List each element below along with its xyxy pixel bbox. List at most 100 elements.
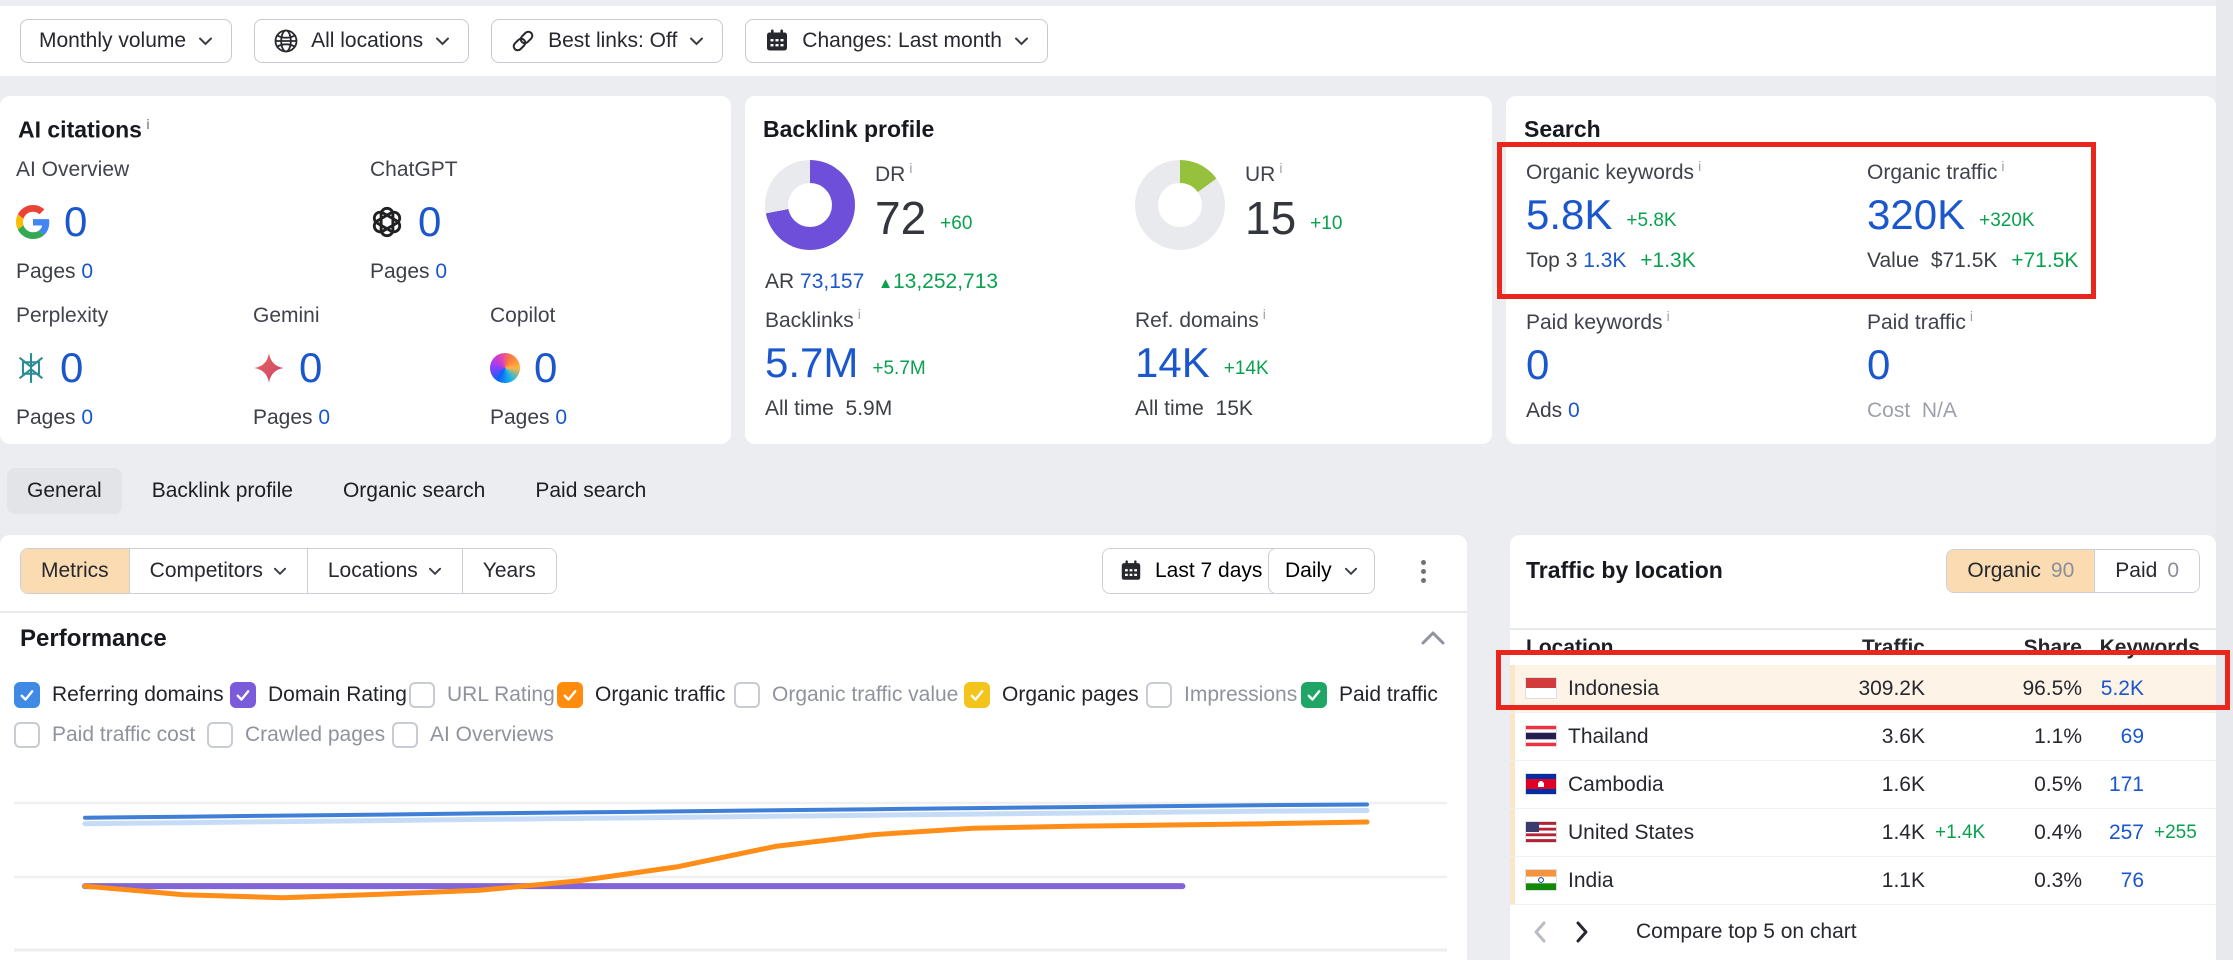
keywords-link[interactable]: 257 — [2082, 821, 2144, 845]
organic-traffic-value[interactable]: 320K — [1867, 193, 1965, 237]
tab-general[interactable]: General — [7, 468, 122, 514]
top3-value[interactable]: 1.3K — [1583, 249, 1626, 272]
checkbox-url-rating[interactable]: URL Rating — [409, 682, 555, 708]
backlinks-label: Backlinks — [765, 309, 854, 332]
checkbox-paid-traffic-cost[interactable]: Paid traffic cost — [14, 722, 195, 748]
flag-indonesia-icon — [1526, 678, 1556, 698]
copilot-value[interactable]: 0 — [534, 346, 557, 390]
checkbox-unchecked-icon — [14, 722, 40, 748]
checkbox-domain-rating[interactable]: Domain Rating — [230, 682, 407, 708]
prev-page-button[interactable] — [1532, 920, 1548, 944]
share-value: 0.3% — [1997, 869, 2082, 893]
info-icon[interactable]: i — [1667, 308, 1670, 324]
info-icon[interactable]: i — [1698, 158, 1701, 174]
pages-value[interactable]: 0 — [555, 406, 567, 429]
alltime-label: All time — [765, 397, 834, 420]
pages-value[interactable]: 0 — [81, 406, 93, 429]
next-page-button[interactable] — [1574, 920, 1590, 944]
flag-india-icon — [1526, 870, 1556, 890]
organic-count: 90 — [2051, 559, 2074, 583]
checkbox-organic-traffic-value[interactable]: Organic traffic value — [734, 682, 958, 708]
segment-metrics[interactable]: Metrics — [21, 549, 130, 593]
table-row-indonesia[interactable]: Indonesia 309.2K 96.5% 5.2K — [1510, 665, 2216, 713]
kebab-menu-icon[interactable] — [1408, 548, 1438, 594]
chatgpt-label: ChatGPT — [370, 158, 600, 182]
chevron-down-icon — [198, 37, 213, 46]
checkbox-crawled-pages[interactable]: Crawled pages — [207, 722, 385, 748]
ai-overview-value[interactable]: 0 — [64, 200, 87, 244]
paid-traffic-value[interactable]: 0 — [1867, 343, 1890, 387]
backlinks-value[interactable]: 5.7M — [765, 341, 858, 385]
organic-keywords-value[interactable]: 5.8K — [1526, 193, 1612, 237]
table-row-cambodia[interactable]: Cambodia 1.6K 0.5% 171 — [1510, 761, 2216, 809]
ur-label: UR — [1245, 163, 1275, 186]
perplexity-value[interactable]: 0 — [60, 346, 83, 390]
ref-domains-value[interactable]: 14K — [1135, 341, 1210, 385]
info-icon[interactable]: i — [146, 116, 150, 132]
ads-label: Ads — [1526, 399, 1562, 422]
paid-keywords-value[interactable]: 0 — [1526, 343, 1549, 387]
tab-organic-search[interactable]: Organic search — [323, 468, 505, 514]
table-row-united-states[interactable]: United States 1.4K +1.4K 0.4% 257 +255 — [1510, 809, 2216, 857]
chatgpt-value[interactable]: 0 — [418, 200, 441, 244]
segment-locations[interactable]: Locations — [308, 549, 463, 593]
info-icon[interactable]: i — [1263, 306, 1266, 322]
checkbox-organic-traffic[interactable]: Organic traffic — [557, 682, 725, 708]
info-icon[interactable]: i — [909, 160, 912, 176]
organic-traffic-delta: +320K — [1979, 210, 2034, 232]
divider — [0, 611, 1467, 613]
chevron-left-icon — [1532, 920, 1548, 944]
segment-competitors[interactable]: Competitors — [130, 549, 308, 593]
changes-dropdown[interactable]: Changes: Last month — [745, 19, 1048, 63]
checkbox-impressions[interactable]: Impressions — [1146, 682, 1297, 708]
ar-label: AR — [765, 270, 794, 293]
ads-value[interactable]: 0 — [1568, 399, 1580, 422]
monthly-volume-dropdown[interactable]: Monthly volume — [20, 19, 232, 63]
keywords-link[interactable]: 76 — [2082, 869, 2144, 893]
compare-top5-button[interactable]: Compare top 5 on chart — [1636, 920, 1857, 944]
info-icon[interactable]: i — [1970, 308, 1973, 324]
pages-value[interactable]: 0 — [435, 260, 447, 283]
report-tabs: General Backlink profile Organic search … — [7, 468, 666, 514]
flag-thailand-icon — [1526, 726, 1556, 746]
segment-years[interactable]: Years — [463, 549, 556, 593]
best-links-dropdown[interactable]: Best links: Off — [491, 19, 723, 63]
toggle-organic[interactable]: Organic90 — [1947, 550, 2095, 592]
ref-domains-delta: +14K — [1224, 358, 1269, 380]
calendar-icon — [764, 28, 790, 54]
tab-paid-search[interactable]: Paid search — [515, 468, 666, 514]
table-row-thailand[interactable]: Thailand 3.6K 1.1% 69 — [1510, 713, 2216, 761]
organic-keywords-block: Organic keywordsi 5.8K+5.8K Top 3 1.3K +… — [1526, 158, 1701, 273]
checkbox-organic-pages[interactable]: Organic pages — [964, 682, 1139, 708]
checkbox-ai-overviews[interactable]: AI Overviews — [392, 722, 554, 748]
arrow-up-icon: ▲ — [878, 275, 893, 292]
locations-dropdown[interactable]: All locations — [254, 19, 469, 63]
keywords-link[interactable]: 171 — [2082, 773, 2144, 797]
pages-value[interactable]: 0 — [81, 260, 93, 283]
checkbox-referring-domains[interactable]: Referring domains — [14, 682, 224, 708]
info-icon[interactable]: i — [1279, 160, 1282, 176]
checkbox-unchecked-icon — [392, 722, 418, 748]
table-row-india[interactable]: India 1.1K 0.3% 76 — [1510, 857, 2216, 905]
col-location: Location — [1526, 636, 1830, 660]
backlinks-block: Backlinksi 5.7M+5.7M All time 5.9M — [765, 306, 926, 421]
info-icon[interactable]: i — [2001, 158, 2004, 174]
checkbox-label: URL Rating — [447, 683, 555, 707]
keywords-link[interactable]: 69 — [2082, 725, 2144, 749]
table-footer: Compare top 5 on chart — [1510, 907, 2216, 957]
gemini-label: Gemini — [253, 304, 483, 328]
traffic-by-location-title: Traffic by location — [1526, 557, 1723, 584]
perplexity-metric: Perplexity 0 Pages 0 — [16, 304, 246, 430]
info-icon[interactable]: i — [858, 306, 861, 322]
location-table-header: Location Traffic Share Keywords — [1510, 633, 2216, 663]
keywords-link[interactable]: 5.2K — [2082, 677, 2144, 701]
pages-value[interactable]: 0 — [318, 406, 330, 429]
granularity-dropdown[interactable]: Daily — [1268, 548, 1375, 594]
collapse-section-button[interactable] — [1420, 630, 1446, 651]
gemini-value[interactable]: 0 — [299, 346, 322, 390]
tab-backlink-profile[interactable]: Backlink profile — [132, 468, 313, 514]
checkbox-paid-traffic[interactable]: Paid traffic — [1301, 682, 1438, 708]
scrollbar-track[interactable] — [2216, 0, 2233, 960]
toggle-paid[interactable]: Paid0 — [2095, 550, 2199, 592]
ar-value[interactable]: 73,157 — [800, 270, 864, 293]
